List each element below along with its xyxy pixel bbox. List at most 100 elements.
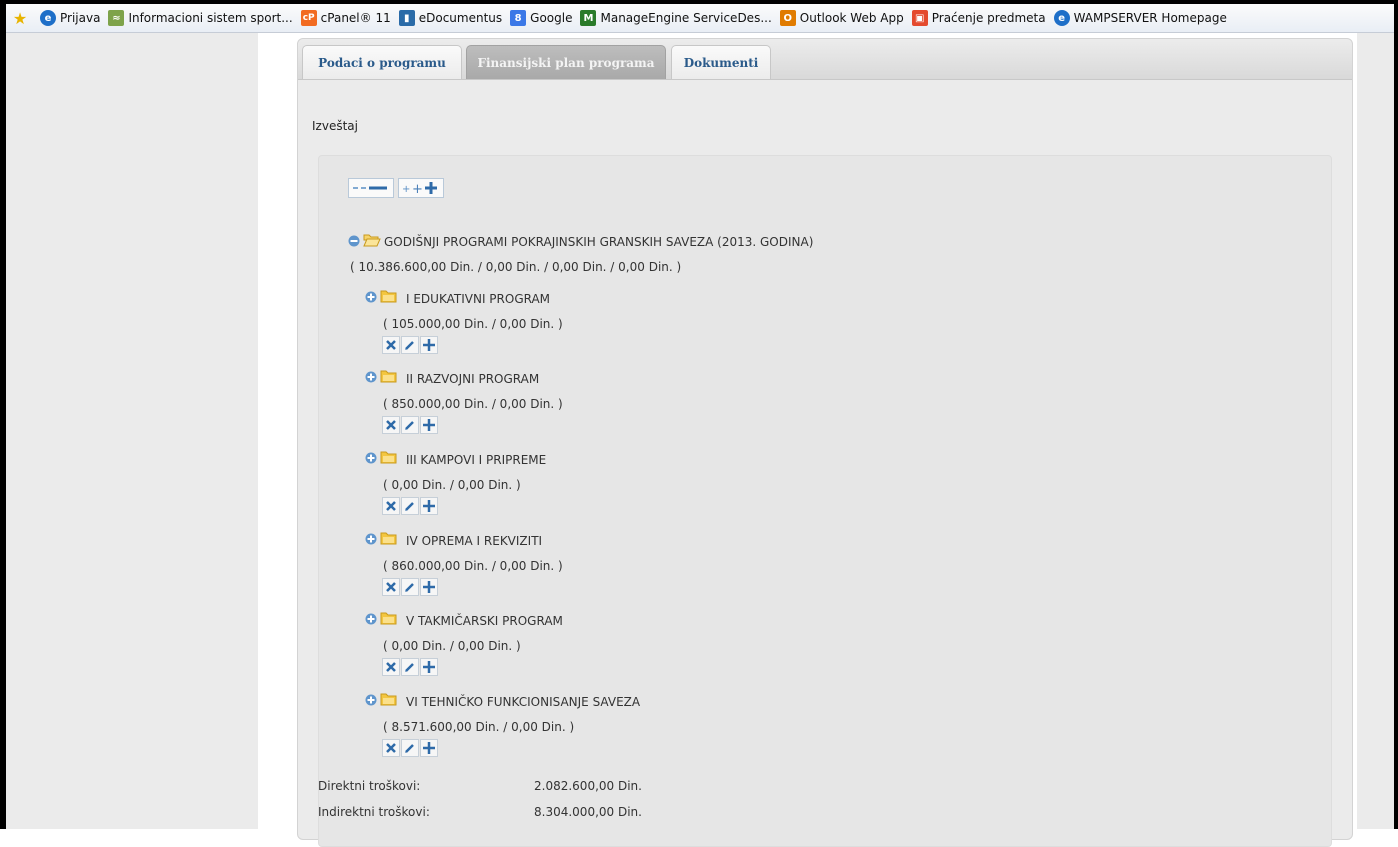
tree-root-amounts: ( 10.386.600,00 Din. / 0,00 Din. / 0,00 … bbox=[350, 260, 682, 274]
folder-closed-icon bbox=[380, 612, 397, 625]
node-actions bbox=[382, 497, 442, 515]
folder-open-icon bbox=[363, 234, 381, 247]
report-panel: + + GODIŠNJI PROGRAMI POKRAJINSKIH GRANS… bbox=[318, 155, 1332, 847]
node-actions bbox=[382, 739, 442, 757]
bookmark-label: Prijava bbox=[60, 11, 101, 25]
bookmark-label: Google bbox=[530, 11, 573, 25]
bookmark-google[interactable]: 8 Google bbox=[510, 10, 572, 26]
folder-closed-icon bbox=[380, 370, 397, 383]
tree-node-amounts: ( 105.000,00 Din. / 0,00 Din. ) bbox=[383, 317, 563, 331]
add-plus-icon bbox=[423, 581, 435, 593]
add-button[interactable] bbox=[420, 336, 438, 354]
tab-podaci-o-programu[interactable]: Podaci o programu bbox=[302, 45, 462, 79]
expand-all-button[interactable]: + + bbox=[398, 178, 444, 198]
delete-button[interactable] bbox=[382, 658, 400, 676]
ie-page-icon: e bbox=[1053, 10, 1070, 26]
add-button[interactable] bbox=[420, 578, 438, 596]
edit-button[interactable] bbox=[401, 739, 419, 757]
delete-x-icon bbox=[386, 501, 396, 511]
indirect-costs-value: 8.304.000,00 Din. bbox=[534, 805, 642, 819]
bookmark-wampserver[interactable]: e WAMPSERVER Homepage bbox=[1053, 10, 1227, 26]
tab-finansijski-plan[interactable]: Finansijski plan programa bbox=[466, 45, 666, 79]
tab-bar: Podaci o programu Finansijski plan progr… bbox=[298, 39, 1352, 80]
edit-button[interactable] bbox=[401, 336, 419, 354]
tree-node-title[interactable]: VI TEHNIČKO FUNKCIONISANJE SAVEZA bbox=[406, 695, 640, 709]
add-button[interactable] bbox=[420, 497, 438, 515]
bookmark-prijava[interactable]: e Prijava bbox=[40, 10, 100, 26]
expand-plus-icon[interactable] bbox=[365, 371, 377, 383]
tab-label: Finansijski plan programa bbox=[477, 56, 655, 70]
tree-node-amounts: ( 0,00 Din. / 0,00 Din. ) bbox=[383, 639, 521, 653]
tree-node-title[interactable]: II RAZVOJNI PROGRAM bbox=[406, 372, 539, 386]
add-plus-icon bbox=[423, 742, 435, 754]
svg-text:+: + bbox=[412, 182, 423, 197]
svg-text:+: + bbox=[402, 184, 410, 195]
edit-button[interactable] bbox=[401, 497, 419, 515]
expand-plus-icon[interactable] bbox=[365, 613, 377, 625]
edit-button[interactable] bbox=[401, 416, 419, 434]
tree-node-title[interactable]: I EDUKATIVNI PROGRAM bbox=[406, 292, 550, 306]
add-plus-icon bbox=[423, 339, 435, 351]
edocumentus-icon: ▮ bbox=[398, 10, 415, 26]
add-button[interactable] bbox=[420, 658, 438, 676]
bookmarks-bar: ★ e Prijava ≈ Informacioni sistem sport.… bbox=[6, 4, 1394, 33]
delete-button[interactable] bbox=[382, 497, 400, 515]
bookmark-outlook[interactable]: O Outlook Web App bbox=[779, 10, 904, 26]
indirect-costs-label: Indirektni troškovi: bbox=[318, 805, 430, 819]
delete-button[interactable] bbox=[382, 416, 400, 434]
edit-pencil-icon bbox=[405, 663, 414, 672]
bookmark-pracenje[interactable]: ▣ Praćenje predmeta bbox=[911, 10, 1046, 26]
delete-button[interactable] bbox=[382, 578, 400, 596]
bookmark-favorites[interactable]: ★ bbox=[12, 8, 32, 28]
edit-pencil-icon bbox=[405, 502, 414, 511]
tree-node-title[interactable]: IV OPREMA I REKVIZITI bbox=[406, 534, 542, 548]
tree-node-title[interactable]: III KAMPOVI I PRIPREME bbox=[406, 453, 546, 467]
cpanel-icon: cP bbox=[300, 10, 317, 26]
tree-node-amounts: ( 850.000,00 Din. / 0,00 Din. ) bbox=[383, 397, 563, 411]
expand-plus-icon[interactable] bbox=[365, 291, 377, 303]
node-actions bbox=[382, 416, 442, 434]
tab-dokumenti[interactable]: Dokumenti bbox=[671, 45, 771, 79]
add-button[interactable] bbox=[420, 416, 438, 434]
bookmark-label: cPanel® 11 bbox=[320, 11, 391, 25]
bookmark-label: Praćenje predmeta bbox=[931, 11, 1046, 25]
bookmark-manageengine[interactable]: M ManageEngine ServiceDes... bbox=[580, 10, 772, 26]
outlook-icon: O bbox=[779, 10, 796, 26]
delete-button[interactable] bbox=[382, 336, 400, 354]
edit-pencil-icon bbox=[405, 583, 414, 592]
favorites-star-icon: ★ bbox=[12, 8, 28, 28]
delete-button[interactable] bbox=[382, 739, 400, 757]
expand-plus-icon[interactable] bbox=[365, 452, 377, 464]
isp-icon: ≈ bbox=[108, 10, 125, 26]
tab-label: Dokumenti bbox=[683, 56, 759, 70]
window-frame-right bbox=[1394, 0, 1398, 829]
collapse-all-button[interactable] bbox=[348, 178, 394, 198]
expand-plus-icon[interactable] bbox=[365, 694, 377, 706]
bookmark-cpanel[interactable]: cP cPanel® 11 bbox=[300, 10, 391, 26]
bookmark-label: WAMPSERVER Homepage bbox=[1073, 11, 1227, 25]
expand-plus-icon[interactable] bbox=[365, 533, 377, 545]
add-plus-icon bbox=[423, 500, 435, 512]
bookmark-label: ManageEngine ServiceDes... bbox=[600, 11, 772, 25]
bookmark-informacioni-sistem[interactable]: ≈ Informacioni sistem sport... bbox=[108, 10, 293, 26]
collapse-all-icon bbox=[353, 186, 387, 190]
delete-x-icon bbox=[386, 662, 396, 672]
folder-closed-icon bbox=[380, 693, 397, 706]
bookmark-label: eDocumentus bbox=[418, 11, 503, 25]
expand-all-icon: + + bbox=[402, 182, 437, 197]
edit-button[interactable] bbox=[401, 578, 419, 596]
tree-root-title[interactable]: GODIŠNJI PROGRAMI POKRAJINSKIH GRANSKIH … bbox=[384, 235, 813, 249]
edit-button[interactable] bbox=[401, 658, 419, 676]
google-icon: 8 bbox=[510, 10, 527, 26]
ie-page-icon: e bbox=[40, 10, 56, 26]
bookmark-label: Outlook Web App bbox=[799, 11, 904, 25]
add-button[interactable] bbox=[420, 739, 438, 757]
report-heading: Izveštaj bbox=[312, 119, 358, 133]
direct-costs-label: Direktni troškovi: bbox=[318, 779, 421, 793]
edit-pencil-icon bbox=[405, 341, 414, 350]
tree-node-title[interactable]: V TAKMIČARSKI PROGRAM bbox=[406, 614, 563, 628]
edit-pencil-icon bbox=[405, 421, 414, 430]
collapse-minus-icon[interactable] bbox=[348, 235, 360, 247]
bookmark-edocumentus[interactable]: ▮ eDocumentus bbox=[398, 10, 503, 26]
node-actions bbox=[382, 336, 442, 354]
